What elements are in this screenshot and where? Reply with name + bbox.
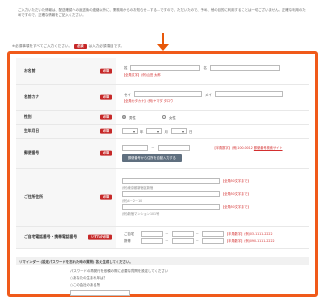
name-required-badge: 必須: [99, 68, 112, 74]
last-name-input[interactable]: [130, 64, 201, 71]
required-notice: ※必須事項をすべてご入力ください。 必須 は入力必須項目です。: [12, 44, 124, 49]
down-arrow-icon: [157, 33, 169, 53]
first-name-kana-input[interactable]: [214, 91, 283, 97]
kana-hint: 【全角カタカナ】(例)ヤマダ タロウ: [122, 99, 174, 103]
sei-kana-label: セイ: [124, 92, 131, 97]
zip-autofill-button[interactable]: 郵便番号から住所を自動入力する: [122, 153, 182, 162]
address-label: ご住所住所: [24, 194, 43, 199]
address-line2-input[interactable]: [122, 191, 220, 197]
row-birth: 生年月日 必須 年 月 日: [16, 124, 309, 139]
mei-kana-label: メイ: [204, 92, 212, 97]
row-gender: 性別 必須 男性 女性: [16, 110, 309, 125]
address-example3: (例)新宿マンション101号: [122, 212, 160, 216]
address-hint3: 【全角50文字まで】: [221, 205, 251, 209]
name-label: お名前: [24, 67, 36, 73]
birth-day-select[interactable]: [170, 128, 187, 134]
required-notice-suffix: は入力必須項目です。: [88, 44, 125, 48]
row-name: お名前 必須 姓 名 【全角文字】(例)山田 太郎: [16, 58, 309, 85]
form-frame: お名前 必須 姓 名 【全角文字】(例)山田 太郎 名前カナ 必須 セイ メイ …: [7, 51, 318, 297]
required-notice-prefix: ※必須事項をすべてご入力ください。: [12, 44, 73, 48]
birth-day-label: 日: [188, 129, 193, 134]
address-example2: (例)4－2－10: [122, 199, 143, 203]
address-required-badge: 必須: [99, 194, 112, 200]
mei-label: 名: [203, 66, 207, 71]
birth-month-label: 月: [164, 129, 168, 134]
birth-year-label: 年: [140, 129, 144, 134]
zip-first-input[interactable]: [122, 144, 148, 151]
address-hint1: 【全角50文字まで】: [221, 179, 251, 183]
name-hint: 【全角文字】(例)山田 太郎: [122, 72, 161, 77]
phone-label: ご自宅電話番号・携帯電話番号: [24, 234, 78, 239]
mobile-phone-label: 携帯: [124, 239, 131, 243]
row-address: ご住所住所 必須 【全角50文字まで】 (例)東京都新宿区新宿 【全角50文字まで…: [16, 168, 309, 227]
sei-label: 姓: [124, 66, 128, 71]
birth-required-badge: 必須: [99, 128, 112, 134]
reminder-answer-input[interactable]: [70, 290, 130, 296]
home-phone-label: ご自宅: [124, 232, 135, 236]
birth-year-select[interactable]: [122, 128, 138, 134]
required-badge: 必須: [74, 44, 87, 49]
birth-month-select[interactable]: [146, 128, 163, 134]
zip-hint: 【半角数字】(例)100-0012: [212, 145, 253, 150]
reminder-section-header: リマインダー (設定パスワードを忘れた時の質問) 答え生成してください。: [16, 257, 309, 265]
gender-male-label: 男性: [129, 115, 136, 120]
address-example1: (例)東京都新宿区新宿: [122, 186, 154, 190]
home-phone-3-input[interactable]: [202, 230, 225, 237]
birth-label: 生年月日: [24, 128, 40, 133]
zip-second-input[interactable]: [157, 144, 190, 151]
address-line3-input[interactable]: [122, 204, 220, 210]
row-kana: 名前カナ 必須 セイ メイ 【全角カタカナ】(例)ヤマダ タロウ: [16, 84, 309, 111]
gender-female-label: 女性: [168, 115, 176, 120]
reminder-option-1[interactable]: ○あなたの生まれ年は？: [70, 275, 107, 280]
phone-required-badge: いずれか必須: [87, 234, 112, 240]
kana-required-badge: 必須: [99, 94, 112, 100]
row-phone: ご自宅電話番号・携帯電話番号 いずれか必須 ご自宅 － － 【半角数字】(例)03…: [16, 226, 309, 249]
mobile-phone-3-input[interactable]: [202, 237, 225, 244]
registration-form: お名前 必須 姓 名 【全角文字】(例)山田 太郎 名前カナ 必須 セイ メイ …: [16, 58, 309, 249]
gender-label: 性別: [24, 114, 32, 119]
address-hint2: 【全角50文字まで】: [221, 192, 251, 196]
mobile-phone-2-input[interactable]: [171, 237, 194, 244]
mobile-phone-hint: 【半角数字】(例)090-1111-2222: [225, 238, 275, 243]
address-line1-input[interactable]: [122, 178, 220, 184]
registration-page: ご入力いただいた情報は、配送確認への返送後の連絡以外に、業務用からのお知らせ…す…: [0, 0, 325, 301]
zip-label: 郵便番号: [24, 150, 40, 155]
home-phone-1-input[interactable]: [141, 230, 164, 237]
last-name-kana-input[interactable]: [133, 91, 202, 97]
gender-female-radio[interactable]: [161, 115, 166, 119]
kana-label: 名前カナ: [24, 94, 40, 99]
reminder-question-text: パスワードの再発行を依頼の際に必要な質問を設定してください: [70, 269, 169, 273]
intro-text: ご入力いただいた情報は、配送確認への返送後の連絡以外に、業務用からのお知らせ…す…: [18, 8, 306, 18]
mobile-phone-1-input[interactable]: [141, 237, 164, 244]
gender-male-radio[interactable]: [122, 115, 126, 119]
home-phone-hint: 【半角数字】(例)03-1111-2222: [225, 231, 273, 236]
gender-required-badge: 必須: [99, 114, 112, 120]
zip-required-badge: 必須: [99, 150, 112, 156]
home-phone-2-input[interactable]: [171, 230, 194, 237]
first-name-input[interactable]: [210, 64, 281, 71]
row-zip: 郵便番号 必須 － 【半角数字】(例)100-0012 郵便番号検索サイト 郵便番…: [16, 138, 309, 169]
zip-search-link[interactable]: 郵便番号検索サイト: [254, 146, 283, 150]
reminder-option-2[interactable]: ○この会社のある所: [70, 282, 100, 287]
